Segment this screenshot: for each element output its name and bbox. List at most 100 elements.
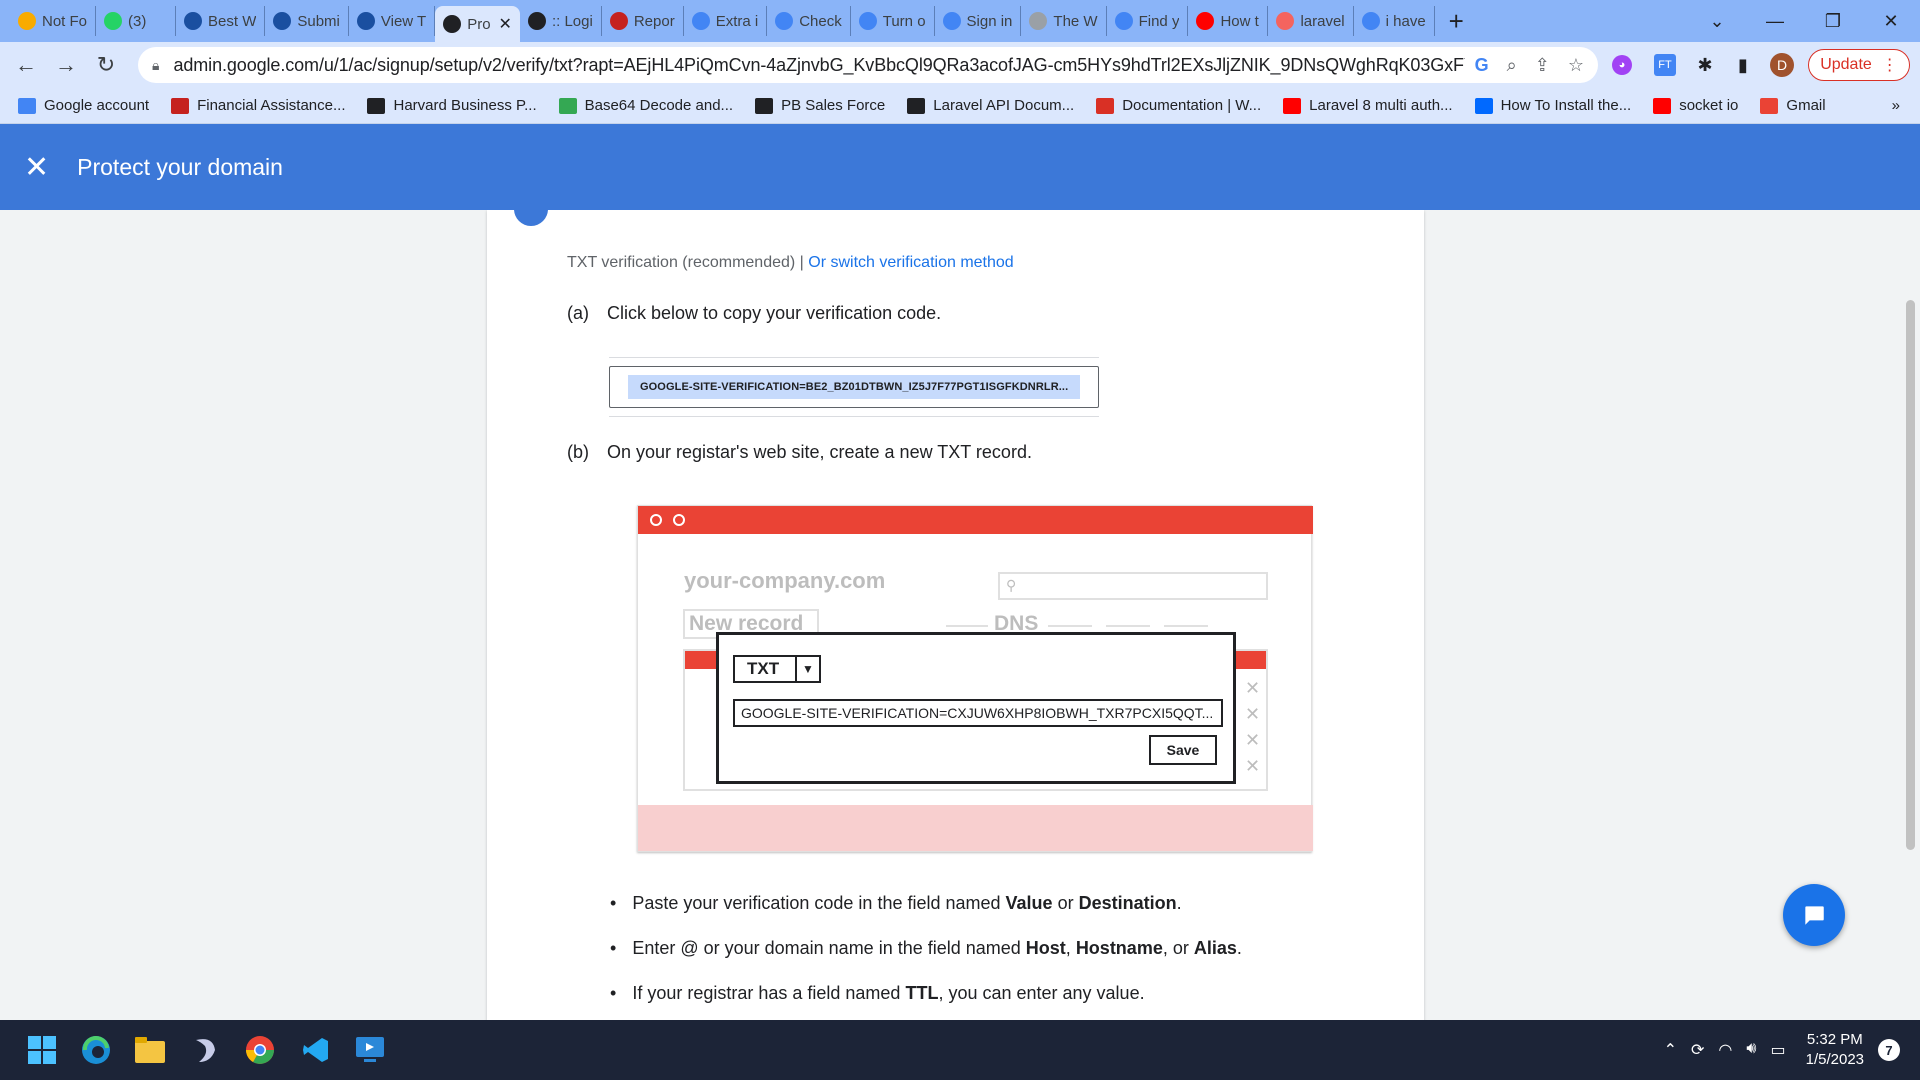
chevron-up-icon[interactable]: ⌃ [1664,1040,1677,1060]
close-tab-icon[interactable]: ✕ [499,14,512,34]
page-title: Protect your domain [77,153,283,180]
browser-tab[interactable]: Submi [265,6,349,36]
windows-start-icon[interactable] [26,1034,58,1066]
bookmark-item[interactable]: Google account [18,97,149,114]
bookmark-item[interactable]: How To Install the... [1474,97,1632,114]
edge-icon[interactable] [80,1034,112,1066]
browser-tab[interactable]: (3) [96,6,177,36]
lock-icon[interactable]: 🔒︎ [152,57,159,74]
bookmark-item[interactable]: Gmail [1760,97,1826,114]
iba-icon [171,97,190,114]
switch-verification-link[interactable]: Or switch verification method [808,254,1013,271]
minimize-button[interactable]: — [1746,11,1804,32]
bookmarks-overflow-button[interactable]: » [1892,97,1900,114]
browser-tab[interactable]: :: Logi [520,6,602,36]
bookmark-item[interactable]: PB Sales Force [755,97,885,114]
clock[interactable]: 5:32 PM 1/5/2023 [1806,1030,1864,1070]
wifi-icon[interactable]: ◠ [1718,1040,1732,1060]
profile-avatar[interactable]: D [1770,53,1794,77]
chrome-icon[interactable] [244,1034,276,1066]
windows-taskbar: ⌃ ⟳ ◠ 🔊︎ ▭ 5:32 PM 1/5/2023 7 [0,1020,1920,1080]
divider [946,625,988,627]
new-tab-button[interactable]: + [1449,6,1464,37]
bookmark-item[interactable]: Base64 Decode and... [558,97,734,114]
browser-tab[interactable]: Sign in [935,6,1022,36]
close-icon[interactable]: ✕ [24,150,49,185]
instruction-item: Paste your verification code in the fiel… [610,893,1390,938]
browser-tab[interactable]: Not Fo [10,6,97,36]
chat-button[interactable] [1783,884,1845,946]
divider [1164,625,1208,627]
bookmark-label: Base64 Decode and... [584,97,734,114]
scrollbar[interactable] [1906,300,1915,850]
browser-tab[interactable]: The W [1021,6,1107,36]
setup-card: TXT verification (recommended) | Or swit… [487,210,1424,1020]
youtube-icon [1283,97,1302,114]
remote-desktop-icon[interactable] [354,1034,386,1066]
bookmark-item[interactable]: Documentation | W... [1096,97,1261,114]
bookmark-label: How To Install the... [1500,97,1632,114]
bookmark-star-icon[interactable]: ☆ [1568,55,1584,76]
window-dot-icon [650,514,662,526]
close-window-button[interactable]: ✕ [1862,11,1920,32]
field-name: Alias [1193,938,1237,958]
browser-tab[interactable]: laravel [1268,6,1354,36]
instruction-fragment: , [1065,938,1076,958]
browser-tab[interactable]: Turn o [851,6,935,36]
browser-tab[interactable]: View T [349,6,436,36]
bookmark-item[interactable]: socket io [1653,97,1738,114]
extension-ft-icon[interactable]: FT [1654,54,1676,76]
tab-title: How t [1220,12,1259,30]
browser-tab[interactable]: How t [1188,6,1269,36]
browser-tab[interactable]: Find y [1107,6,1189,36]
browser-tab[interactable]: Extra i [684,6,768,36]
url-text[interactable]: admin.google.com/u/1/ac/signup/setup/v2/… [173,55,1464,76]
page-icon [1029,12,1048,30]
instruction-fragment: Enter @ or your domain name in the field… [632,938,1026,958]
bookmarks-bar: Google account Financial Assistance... Har… [0,88,1920,124]
bookmark-item[interactable]: Financial Assistance... [171,97,345,114]
bookmark-label: PB Sales Force [781,97,886,114]
verification-code-box[interactable]: GOOGLE-SITE-VERIFICATION=BE2_BZ01DTBWN_I… [609,366,1099,408]
share-icon[interactable]: ⇪ [1535,55,1550,76]
vscode-icon[interactable] [300,1034,332,1066]
restore-button[interactable]: ❐ [1804,11,1862,32]
tab-search-chevron-icon[interactable]: ⌄ [1688,11,1746,32]
address-bar[interactable]: 🔒︎ admin.google.com/u/1/ac/signup/setup/… [138,47,1598,83]
zoom-icon[interactable]: ⌕ [1507,55,1517,76]
file-explorer-icon[interactable] [134,1034,166,1066]
extension-purple-icon[interactable]: ◕ [1612,55,1632,75]
instruction-fragment: or [1052,893,1079,913]
step-b-text: On your registar's web site, create a ne… [607,442,1032,462]
browser-tab[interactable]: Best W [176,6,266,36]
tab-title: The W [1053,12,1098,30]
bookmark-item[interactable]: Harvard Business P... [367,97,537,114]
dolphin-app-icon[interactable] [190,1034,222,1066]
google-lens-icon[interactable]: G [1475,55,1489,76]
notification-badge[interactable]: 7 [1878,1039,1900,1061]
instruction-text: Enter @ or your domain name in the field… [632,938,1242,959]
reload-button[interactable]: ↻ [86,52,126,78]
laravel-icon [1276,12,1295,30]
browser-tab[interactable]: i have [1354,6,1435,36]
forward-button[interactable]: → [46,52,86,78]
verification-code[interactable]: GOOGLE-SITE-VERIFICATION=BE2_BZ01DTBWN_I… [628,375,1081,399]
bookmark-label: socket io [1679,97,1739,114]
illustration-searchbox: ⚲ [998,572,1268,600]
bookmark-item[interactable]: Laravel 8 multi auth... [1283,97,1453,114]
battery-icon[interactable]: ▭ [1770,1040,1785,1060]
instruction-list: Paste your verification code in the fiel… [610,893,1390,1020]
bookmark-item[interactable]: Laravel API Docum... [907,97,1074,114]
youtube-icon [1653,97,1672,114]
update-button[interactable]: Update ⋮ [1808,49,1910,81]
volume-icon[interactable]: 🔊︎ [1746,1040,1756,1060]
extensions-puzzle-icon[interactable]: ✱ [1692,52,1718,78]
txt-record-dialog: TXT ▼ GOOGLE-SITE-VERIFICATION=CXJUW6XHP… [716,632,1236,784]
back-button[interactable]: ← [6,52,46,78]
sync-icon[interactable]: ⟳ [1691,1040,1704,1060]
browser-tab[interactable]: Repor [602,6,684,36]
browser-tab[interactable]: Check [767,6,851,36]
side-panel-icon[interactable]: ▮ [1730,52,1756,78]
browser-tab[interactable]: Pro ✕ [435,6,520,42]
w-icon [18,12,36,30]
